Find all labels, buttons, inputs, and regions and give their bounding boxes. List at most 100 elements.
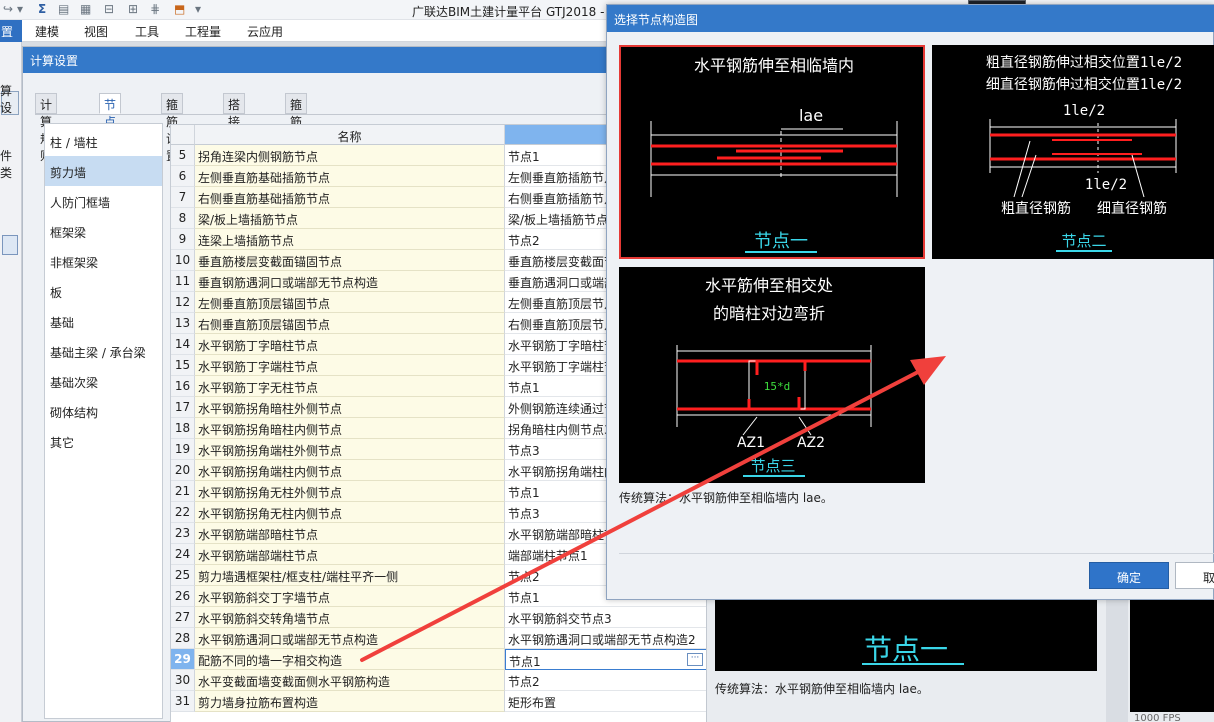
category-item[interactable]: 人防门框墙: [45, 186, 162, 216]
category-item[interactable]: 砌体结构: [45, 396, 162, 426]
row-node-value[interactable]: 矩形布置: [505, 691, 729, 712]
row-number[interactable]: 20: [171, 460, 195, 481]
row-name[interactable]: 连梁上墙插筋节点: [195, 229, 505, 250]
row-name[interactable]: 水平变截面墙变截面侧水平钢筋构造: [195, 670, 505, 691]
row-number[interactable]: 26: [171, 586, 195, 607]
row-number[interactable]: 29: [171, 649, 195, 670]
row-name[interactable]: 水平钢筋拐角暗柱外侧节点: [195, 397, 505, 418]
category-item[interactable]: 板: [45, 276, 162, 306]
menu-item-tools[interactable]: 工具: [135, 23, 159, 40]
table-row[interactable]: 31 剪力墙身拉筋布置构造 矩形布置: [171, 691, 729, 712]
menu-item-cloud[interactable]: 云应用: [247, 23, 283, 40]
row-node-value[interactable]: 节点1 ···: [505, 649, 729, 670]
tab-node-settings[interactable]: 节点设置: [99, 93, 122, 163]
report-icon[interactable]: ▤: [58, 2, 69, 16]
row-number[interactable]: 8: [171, 208, 195, 229]
row-node-value[interactable]: 水平钢筋斜交节点3: [505, 607, 729, 628]
row-number[interactable]: 24: [171, 544, 195, 565]
row-number[interactable]: 27: [171, 607, 195, 628]
row-number[interactable]: 21: [171, 481, 195, 502]
row-name[interactable]: 剪力墙遇框架柱/框支柱/端柱平齐一侧: [195, 565, 505, 586]
row-number[interactable]: 5: [171, 145, 195, 166]
tab-calc-rules[interactable]: 计算规则: [35, 93, 58, 163]
table-row[interactable]: 30 水平变截面墙变截面侧水平钢筋构造 节点2: [171, 670, 729, 691]
row-name[interactable]: 配筋不同的墙一字相交构造: [195, 649, 505, 670]
node-option-3[interactable]: 水平筋伸至相交处 的暗柱对边弯折 15*d AZ1 AZ2 节点三: [619, 267, 925, 483]
grid-icon[interactable]: ⊞: [128, 2, 138, 16]
layout-icon[interactable]: ▦: [80, 2, 91, 16]
row-name[interactable]: 水平钢筋丁字暗柱节点: [195, 334, 505, 355]
redo-icon[interactable]: ↪: [3, 2, 13, 16]
confirm-button[interactable]: 确定: [1089, 562, 1169, 589]
menu-item-view[interactable]: 视图: [84, 23, 108, 40]
sum-icon[interactable]: Σ: [38, 2, 46, 16]
tools-icon[interactable]: ⋕: [150, 2, 160, 16]
row-name[interactable]: 水平钢筋斜交转角墙节点: [195, 607, 505, 628]
table-header-name[interactable]: 名称: [195, 125, 505, 145]
tab-stirrup-settings[interactable]: 箍筋设置: [161, 93, 184, 163]
node-option-2[interactable]: 粗直径钢筋伸过相交位置1le/2 细直径钢筋伸过相交位置1le/2 1le/2 …: [932, 45, 1214, 259]
row-name[interactable]: 水平钢筋拐角端柱内侧节点: [195, 460, 505, 481]
row-name[interactable]: 右侧垂直筋顶层锚固节点: [195, 313, 505, 334]
row-name[interactable]: 右侧垂直筋基础插筋节点: [195, 187, 505, 208]
row-number[interactable]: 16: [171, 376, 195, 397]
menu-item-modeling[interactable]: 建模: [35, 23, 59, 40]
category-item[interactable]: 基础: [45, 306, 162, 336]
row-number[interactable]: 25: [171, 565, 195, 586]
export-icon[interactable]: ⬒: [174, 2, 185, 16]
row-number[interactable]: 19: [171, 439, 195, 460]
row-name[interactable]: 水平钢筋拐角无柱内侧节点: [195, 502, 505, 523]
row-node-value[interactable]: 水平钢筋遇洞口或端部无节点构造2: [505, 628, 729, 649]
row-name[interactable]: 梁/板上墙插筋节点: [195, 208, 505, 229]
row-number[interactable]: 15: [171, 355, 195, 376]
row-name[interactable]: 水平钢筋端部端柱节点: [195, 544, 505, 565]
row-number[interactable]: 30: [171, 670, 195, 691]
table-row[interactable]: 27 水平钢筋斜交转角墙节点 水平钢筋斜交节点3: [171, 607, 729, 628]
row-number[interactable]: 17: [171, 397, 195, 418]
row-number[interactable]: 10: [171, 250, 195, 271]
row-name[interactable]: 左侧垂直筋顶层锚固节点: [195, 292, 505, 313]
row-number[interactable]: 22: [171, 502, 195, 523]
row-number[interactable]: 28: [171, 628, 195, 649]
cancel-button[interactable]: 取: [1175, 562, 1214, 589]
row-name[interactable]: 水平钢筋拐角无柱外侧节点: [195, 481, 505, 502]
row-number[interactable]: 9: [171, 229, 195, 250]
row-name[interactable]: 剪力墙身拉筋布置构造: [195, 691, 505, 712]
row-name[interactable]: 水平钢筋端部暗柱节点: [195, 523, 505, 544]
row-number[interactable]: 12: [171, 292, 195, 313]
row-number[interactable]: 23: [171, 523, 195, 544]
table-row[interactable]: 28 水平钢筋遇洞口或端部无节点构造 水平钢筋遇洞口或端部无节点构造2: [171, 628, 729, 649]
category-item[interactable]: 基础主梁 / 承台梁: [45, 336, 162, 366]
row-name[interactable]: 水平钢筋拐角暗柱内侧节点: [195, 418, 505, 439]
tab-stirrup-formula[interactable]: 箍筋公式: [285, 93, 308, 163]
row-number[interactable]: 18: [171, 418, 195, 439]
category-item[interactable]: 柱 / 墙柱: [45, 126, 162, 156]
row-name[interactable]: 水平钢筋遇洞口或端部无节点构造: [195, 628, 505, 649]
row-number[interactable]: 13: [171, 313, 195, 334]
row-number[interactable]: 6: [171, 166, 195, 187]
row-name[interactable]: 垂直筋楼层变截面锚固节点: [195, 250, 505, 271]
table-icon[interactable]: ⊟: [104, 2, 114, 16]
row-name[interactable]: 水平钢筋丁字无柱节点: [195, 376, 505, 397]
list-icon[interactable]: [2, 235, 18, 255]
row-number[interactable]: 11: [171, 271, 195, 292]
more-icon[interactable]: ▾: [195, 2, 201, 16]
node-option-1[interactable]: 水平钢筋伸至相临墙内 lae 节点一: [619, 45, 925, 259]
row-number[interactable]: 31: [171, 691, 195, 712]
category-item[interactable]: 剪力墙: [45, 156, 162, 186]
category-item[interactable]: 框架梁: [45, 216, 162, 246]
menu-item-settings[interactable]: 置: [0, 20, 22, 42]
row-name[interactable]: 水平钢筋丁字端柱节点: [195, 355, 505, 376]
menu-item-quantity[interactable]: 工程量: [185, 23, 221, 40]
category-item[interactable]: 非框架梁: [45, 246, 162, 276]
row-number[interactable]: 14: [171, 334, 195, 355]
row-node-value[interactable]: 节点2: [505, 670, 729, 691]
dropdown-icon[interactable]: ▾: [17, 2, 23, 16]
category-item[interactable]: 其它: [45, 426, 162, 456]
row-name[interactable]: 左侧垂直筋基础插筋节点: [195, 166, 505, 187]
tab-lap-settings[interactable]: 搭接设置: [223, 93, 246, 163]
row-name[interactable]: 水平钢筋斜交丁字墙节点: [195, 586, 505, 607]
table-row[interactable]: 29 配筋不同的墙一字相交构造 节点1 ···: [171, 649, 729, 670]
row-name[interactable]: 垂直钢筋遇洞口或端部无节点构造: [195, 271, 505, 292]
ellipsis-button[interactable]: ···: [687, 653, 703, 666]
